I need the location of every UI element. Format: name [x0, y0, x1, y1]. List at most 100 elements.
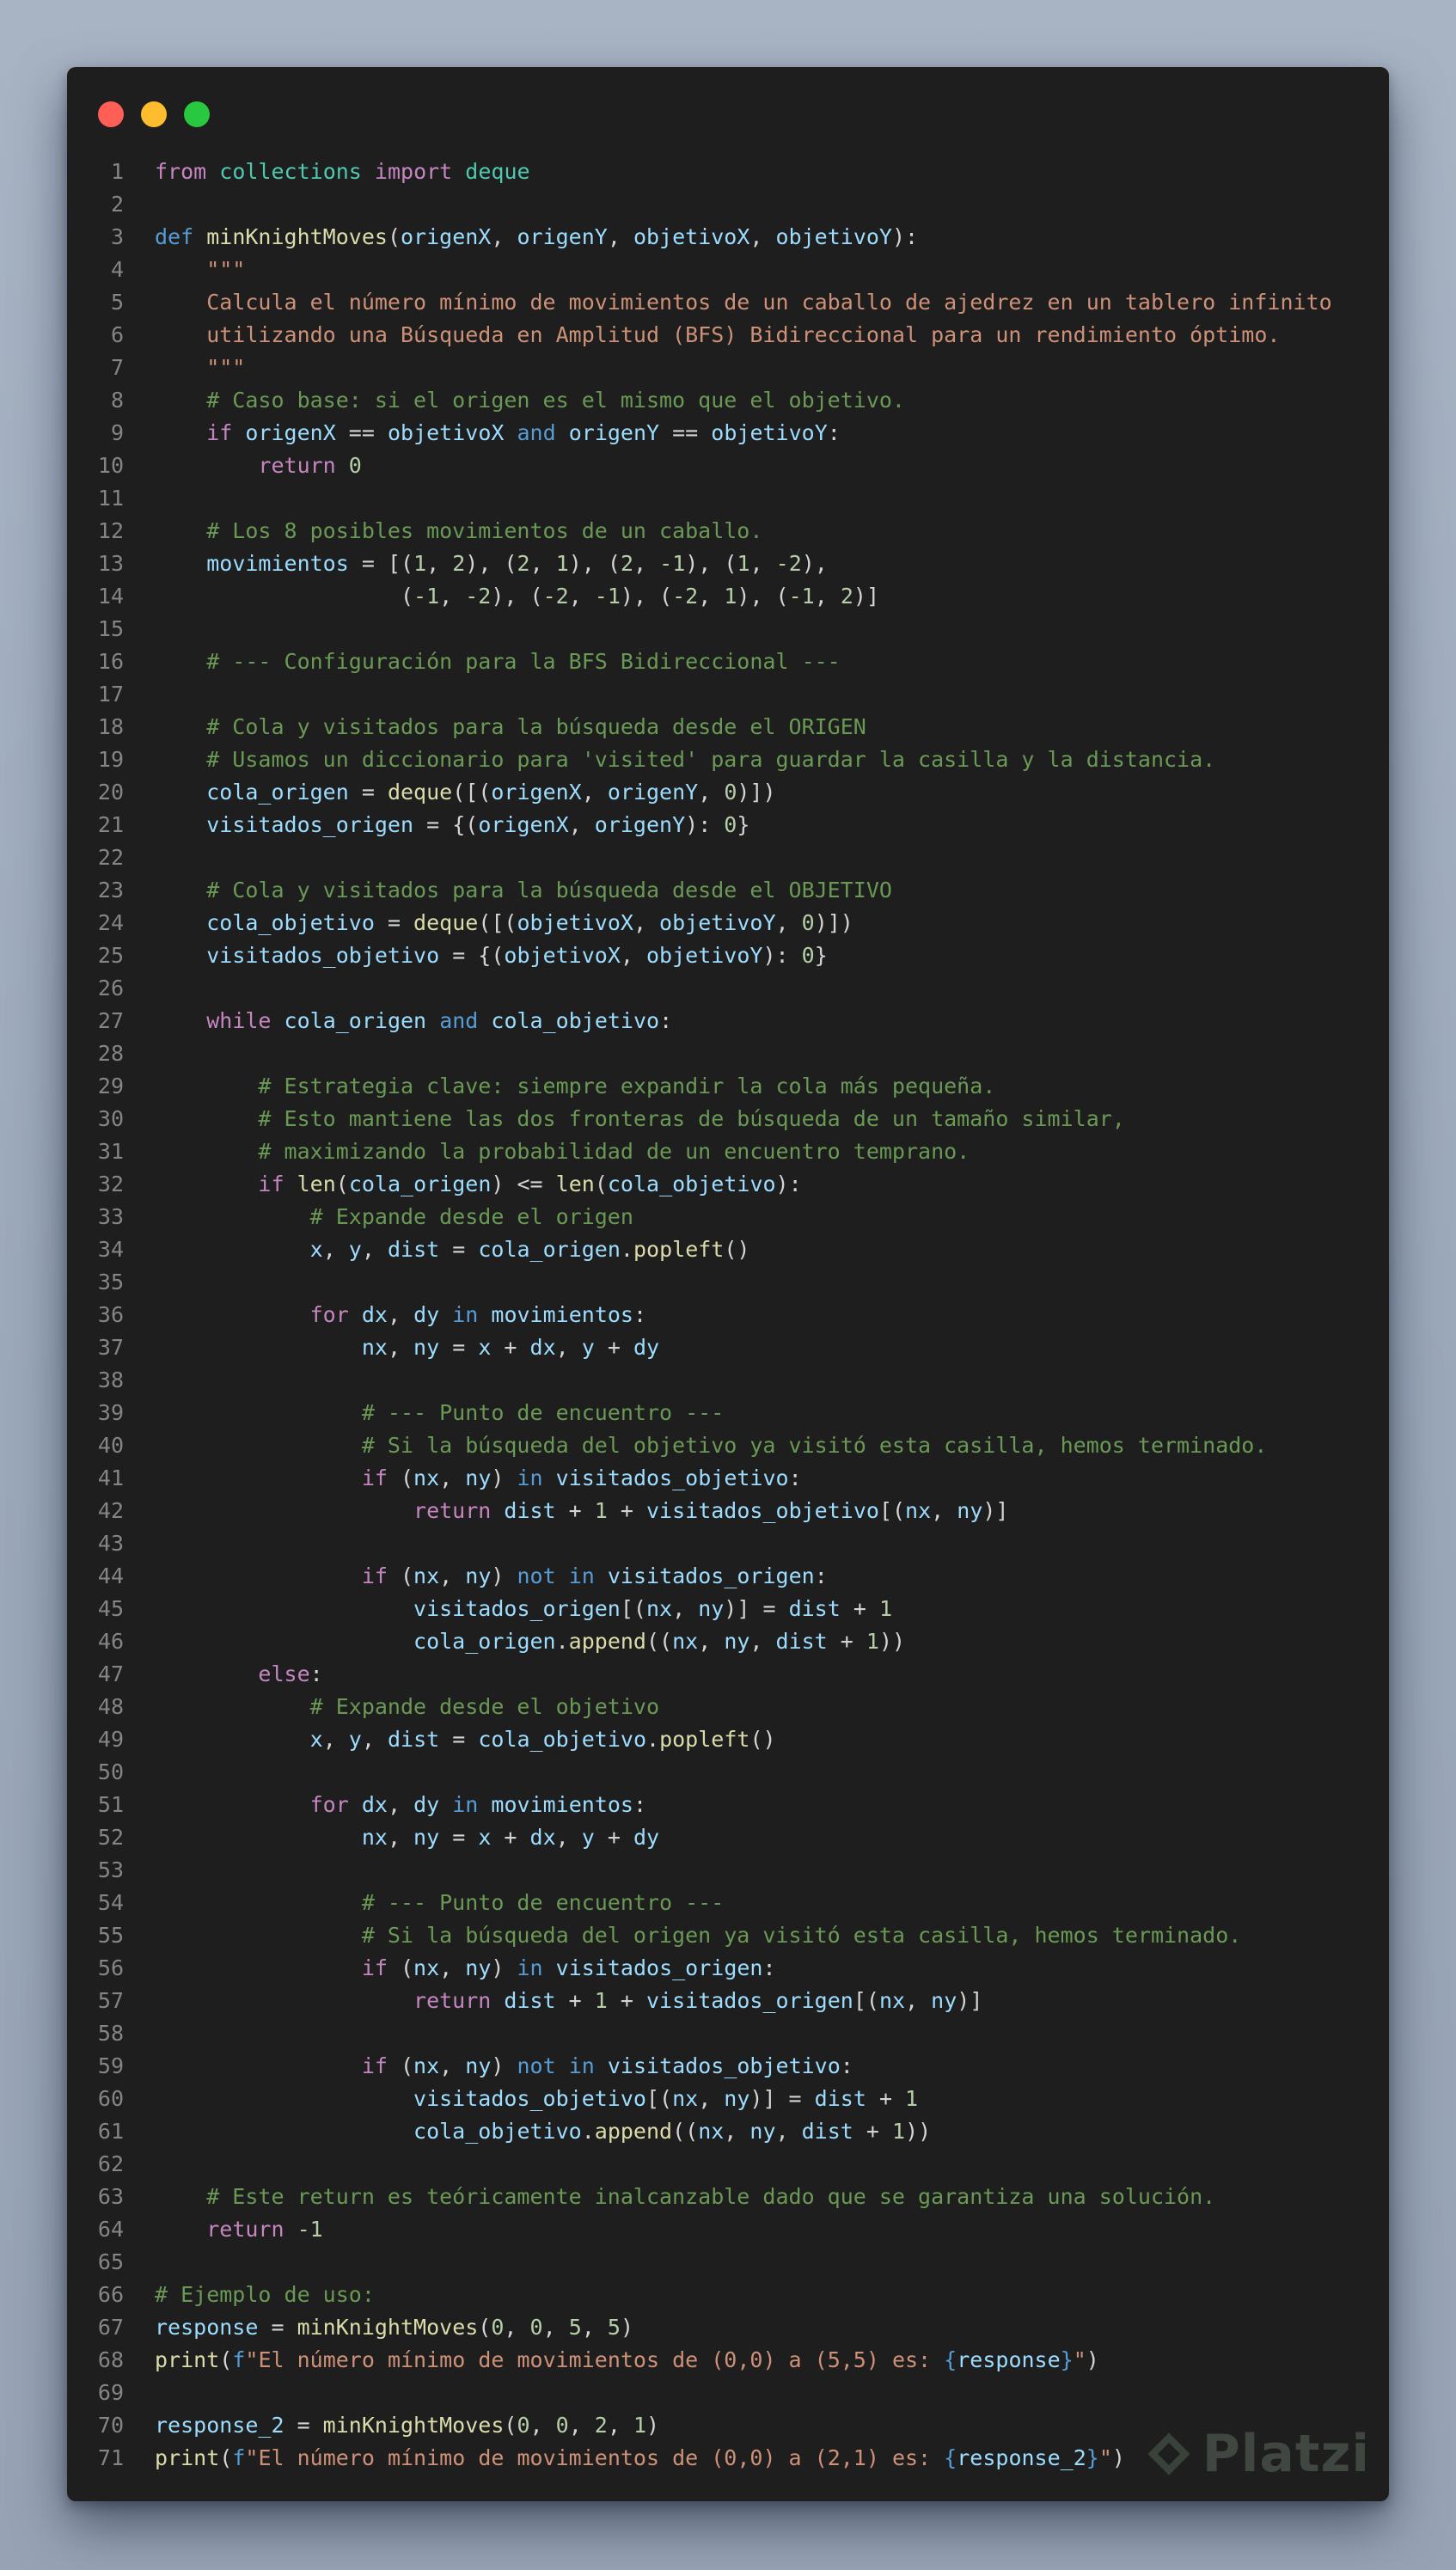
line-text: else: [155, 1658, 322, 1691]
code-token: in [452, 1302, 479, 1327]
code-token: objetivoY [659, 910, 776, 935]
code-token: " [1098, 2445, 1112, 2470]
code-token: ([( [478, 910, 517, 935]
code-token: # Expande desde el origen [155, 1204, 633, 1229]
code-token: } [1060, 2347, 1074, 2372]
line-number: 17 [97, 682, 124, 707]
code-line: 9 if origenX == objetivoX and origenY ==… [67, 417, 1389, 450]
line-number: 27 [97, 1008, 124, 1033]
code-line: 40 # Si la búsqueda del objetivo ya visi… [67, 1429, 1389, 1462]
line-text: response = minKnightMoves(0, 0, 5, 5) [155, 2311, 633, 2344]
code-token: nx [413, 1955, 440, 1980]
line-text: if len(cola_origen) <= len(cola_objetivo… [155, 1168, 801, 1201]
code-token: return [206, 2217, 284, 2242]
maximize-dot-icon[interactable] [184, 101, 210, 127]
window-controls [98, 101, 210, 127]
code-token: -1 [659, 551, 686, 576]
code-token: ) [1086, 2347, 1099, 2372]
code-token: , [775, 910, 802, 935]
code-token: , [439, 2053, 466, 2078]
code-line: 5 Calcula el número mínimo de movimiento… [67, 286, 1389, 319]
code-editor[interactable]: 1 from collections import deque 2 3 def minK… [67, 156, 1389, 2475]
code-token: nx [645, 1596, 673, 1621]
code-token: origenY [607, 780, 699, 805]
code-token: deque [387, 780, 453, 805]
line-text: if (nx, ny) not in visitados_origen: [155, 1560, 828, 1593]
code-line: 62 [67, 2148, 1389, 2181]
line-number: 25 [97, 943, 124, 968]
code-token: 1 [594, 1498, 608, 1523]
code-token: -2 [672, 584, 699, 609]
code-token: dist [814, 2086, 866, 2111]
code-token: dy [413, 1302, 440, 1327]
code-token: nx [361, 1825, 388, 1850]
code-line: 26 [67, 972, 1389, 1005]
line-number: 60 [97, 2086, 124, 2111]
close-dot-icon[interactable] [98, 101, 124, 127]
code-token: = [439, 1727, 479, 1752]
code-token: = [439, 1825, 479, 1850]
line-text: # --- Punto de encuentro --- [155, 1887, 724, 1919]
code-token: (( [645, 1629, 673, 1654]
code-token: , [568, 2413, 595, 2438]
code-token: ( [155, 584, 414, 609]
code-token: dy [413, 1792, 440, 1817]
code-token: ( [387, 1955, 414, 1980]
code-token: not in [517, 1563, 595, 1588]
code-token: dy [633, 1825, 660, 1850]
code-token: , [426, 551, 453, 576]
line-text: cola_objetivo = deque([(objetivoX, objet… [155, 907, 853, 939]
code-token: 0 [529, 2315, 543, 2340]
line-text: visitados_objetivo[(nx, ny)] = dist + 1 [155, 2083, 918, 2115]
line-text: x, y, dist = cola_objetivo.popleft() [155, 1723, 776, 1756]
code-token: while [206, 1008, 272, 1033]
code-token: = [439, 1237, 479, 1262]
code-token: 1 [737, 551, 750, 576]
code-token: minKnightMoves [322, 2413, 505, 2438]
code-token: response_2 [155, 2413, 284, 2438]
line-number: 15 [97, 616, 124, 641]
code-token: ): [762, 943, 802, 968]
code-line: 10 return 0 [67, 450, 1389, 482]
code-token: + [594, 1825, 633, 1850]
code-token: response_2 [957, 2445, 1086, 2470]
code-token: + [491, 1335, 530, 1360]
code-token: # Caso base: si el origen es el mismo qu… [155, 388, 905, 413]
code-line: 31 # maximizando la probabilidad de un e… [67, 1135, 1389, 1168]
code-token: } [737, 812, 750, 837]
code-token: ) [491, 1955, 517, 1980]
code-token: , [387, 1792, 414, 1817]
code-token: , [555, 1335, 582, 1360]
code-token: nx [698, 2119, 725, 2144]
line-text: # Usamos un diccionario para 'visited' p… [155, 743, 1215, 776]
minimize-dot-icon[interactable] [141, 101, 167, 127]
code-token: 5 [607, 2315, 621, 2340]
line-text: # --- Configuración para la BFS Bidirecc… [155, 646, 841, 678]
code-token: : [788, 1466, 802, 1490]
code-token: ) <= [491, 1172, 556, 1196]
code-token: cola_objetivo [607, 1172, 776, 1196]
code-token: f [232, 2445, 246, 2470]
code-token: 2 [517, 551, 530, 576]
code-line: 43 [67, 1527, 1389, 1560]
code-token: -2 [465, 584, 492, 609]
code-token: , [387, 1335, 414, 1360]
code-token: cola_origen [284, 1008, 427, 1033]
line-number: 68 [97, 2347, 124, 2372]
code-token: 0 [491, 2315, 505, 2340]
line-number: 5 [110, 290, 124, 315]
code-line: 14 (-1, -2), (-2, -1), (-2, 1), (-1, 2)] [67, 580, 1389, 613]
